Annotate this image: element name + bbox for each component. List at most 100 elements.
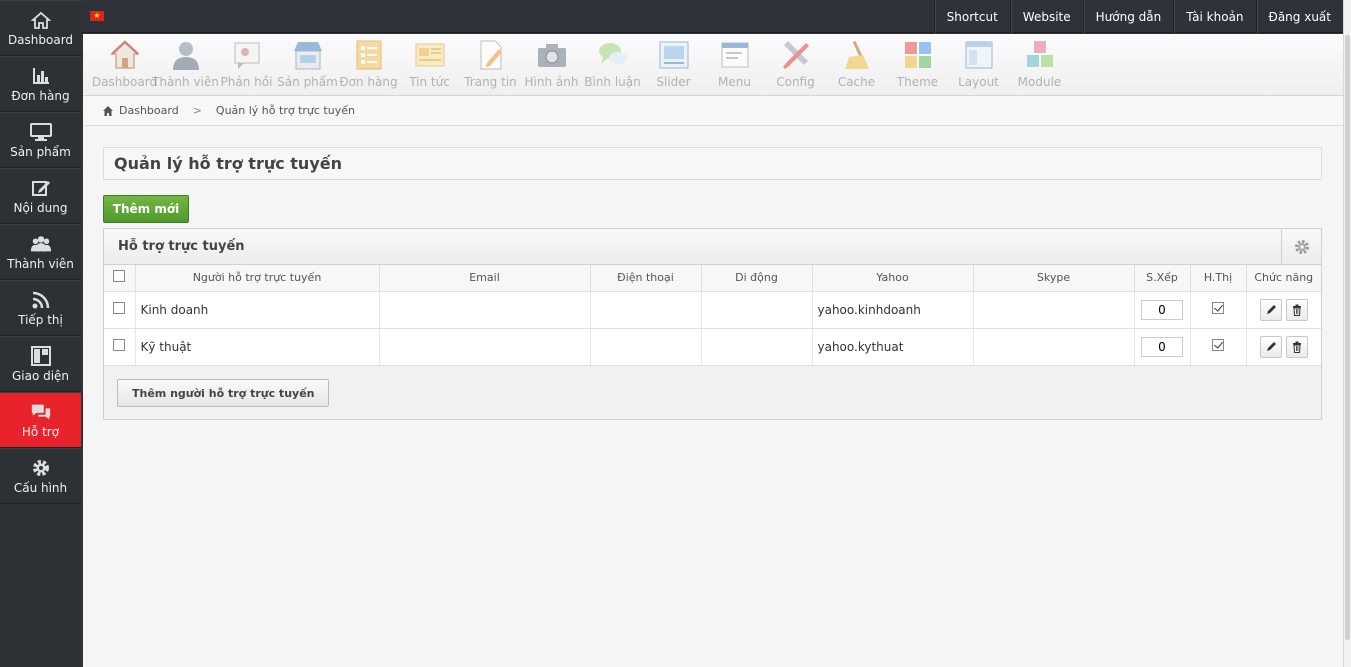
cell-actions [1246, 328, 1321, 366]
sidebar-item-support[interactable]: Hỗ trợ [0, 392, 81, 448]
toolbar-menu[interactable]: Menu [704, 34, 765, 96]
sidebar-item-members[interactable]: Thành viên [0, 224, 81, 280]
select-all-checkbox[interactable] [113, 270, 126, 283]
sidebar-item-products[interactable]: Sản phẩm [0, 112, 81, 168]
toolbar-products[interactable]: Sản phẩm [277, 34, 338, 96]
sidebar-item-orders[interactable]: Đơn hàng [0, 56, 81, 112]
gear-icon [30, 458, 52, 478]
edit-button[interactable] [1259, 298, 1282, 321]
add-new-button[interactable]: Thêm mới [103, 195, 189, 223]
edit-button[interactable] [1259, 335, 1282, 358]
row-select-cell [104, 328, 136, 366]
col-support-person: Người hỗ trợ trực tuyến [135, 265, 380, 292]
guide-link[interactable]: Hướng dẫn [1082, 0, 1174, 33]
sidebar-item-dashboard[interactable]: Dashboard [0, 0, 81, 56]
toolbar-pages[interactable]: Trang tin [460, 34, 521, 96]
cell-name: Kỹ thuật [135, 328, 380, 366]
col-visible: H.Thị [1190, 265, 1247, 292]
toolbar-members[interactable]: Thành viên [152, 34, 219, 96]
cell-name: Kinh doanh [135, 291, 380, 329]
cubes-icon [1026, 41, 1053, 67]
top-nav: Shortcut Website Hướng dẫn Tài khoản Đăn… [933, 0, 1343, 33]
toolbar-orders[interactable]: Đơn hàng [338, 34, 399, 96]
visible-checkbox[interactable] [1212, 302, 1224, 314]
delete-button[interactable] [1285, 298, 1308, 321]
panel-header: Hỗ trợ trực tuyến [104, 229, 1321, 265]
camera-icon [537, 44, 566, 67]
visible-checkbox[interactable] [1212, 339, 1224, 351]
toolbar-dashboard[interactable]: Dashboard [92, 34, 157, 96]
table-header-row: Người hỗ trợ trực tuyến Email Điện thoại… [104, 265, 1321, 292]
account-link[interactable]: Tài khoản [1173, 0, 1255, 33]
feedback-icon [234, 42, 259, 69]
cell-phone [590, 291, 702, 329]
toolbar-cache[interactable]: Cache [826, 34, 887, 96]
chat-icon [30, 402, 52, 422]
sidebar-item-content[interactable]: Nội dung [0, 168, 81, 224]
toolbar-theme[interactable]: Theme [887, 34, 948, 96]
website-link[interactable]: Website [1009, 0, 1083, 33]
support-table: Người hỗ trợ trực tuyến Email Điện thoại… [104, 265, 1321, 366]
breadcrumb: Dashboard > Quản lý hỗ trợ trực tuyến [83, 96, 1343, 126]
logout-link[interactable]: Đăng xuất [1255, 0, 1343, 33]
breadcrumb-home-link[interactable]: Dashboard [119, 104, 179, 117]
order-input[interactable] [1141, 299, 1183, 320]
store-icon [293, 42, 322, 70]
theme-icon [904, 42, 931, 68]
menu-icon [721, 42, 748, 68]
users-icon [30, 234, 52, 254]
sidebar-item-settings[interactable]: Cấu hình [0, 448, 81, 504]
sidebar-item-label: Hỗ trợ [21, 424, 60, 439]
sidebar-item-label: Thành viên [7, 256, 74, 271]
cell-visible [1190, 328, 1247, 366]
cell-visible [1190, 291, 1247, 329]
toolbar-images[interactable]: Hình ảnh [521, 34, 582, 96]
page-title: Quản lý hỗ trợ trực tuyến [103, 147, 1322, 180]
col-actions: Chức năng [1246, 265, 1321, 292]
toolbar-module[interactable]: Module [1009, 34, 1070, 96]
delete-button[interactable] [1285, 335, 1308, 358]
cell-order [1134, 328, 1191, 366]
col-order: S.Xếp [1134, 265, 1191, 292]
col-skype: Skype [973, 265, 1135, 292]
col-email: Email [379, 265, 591, 292]
breadcrumb-current: Quản lý hỗ trợ trực tuyến [215, 104, 355, 117]
trash-icon [1292, 341, 1301, 353]
gear-icon [1294, 240, 1309, 254]
toolbar-config[interactable]: Config [765, 34, 826, 96]
rss-icon [30, 290, 52, 310]
house-icon [109, 40, 140, 69]
row-checkbox[interactable] [113, 339, 126, 351]
toolbar-layout[interactable]: Layout [948, 34, 1009, 96]
toolbar-feedback[interactable]: Phản hồi [216, 34, 277, 96]
vietnam-flag-icon[interactable]: ★ [90, 11, 104, 21]
cell-mobile [701, 328, 813, 366]
page-scrollbar[interactable] [1343, 0, 1351, 667]
cell-email [379, 328, 591, 366]
add-support-person-button[interactable]: Thêm người hỗ trợ trực tuyến [117, 379, 330, 407]
shortcut-link[interactable]: Shortcut [933, 0, 1010, 33]
main-content: Dashboard Thành viên Phản hồi Sản phẩm Đ… [83, 34, 1343, 667]
sidebar-item-label: Dashboard [7, 32, 74, 47]
sidebar-item-label: Cấu hình [13, 480, 68, 495]
scrollbar-thumb[interactable] [1345, 35, 1350, 640]
toolbar-comments[interactable]: Bình luận [582, 34, 643, 96]
quick-toolbar: Dashboard Thành viên Phản hồi Sản phẩm Đ… [83, 34, 1343, 96]
cell-actions [1246, 291, 1321, 329]
table-row: Kỹ thuật yahoo.kythuat [104, 328, 1321, 366]
support-panel: Hỗ trợ trực tuyến Người hỗ trợ trực tuyế… [103, 228, 1322, 420]
order-input[interactable] [1141, 336, 1183, 357]
sidebar-item-marketing[interactable]: Tiếp thị [0, 280, 81, 336]
panel-settings-button[interactable] [1281, 229, 1321, 265]
sidebar: Dashboard Đơn hàng Sản phẩm Nội dung Thà… [0, 0, 81, 667]
trash-icon [1292, 304, 1301, 316]
row-checkbox[interactable] [113, 302, 126, 314]
user-icon [172, 42, 199, 70]
cell-mobile [701, 291, 813, 329]
row-select-cell [104, 291, 136, 329]
sidebar-item-interface[interactable]: Giao diện [0, 336, 81, 392]
toolbar-slider[interactable]: Slider [643, 34, 704, 96]
toolbar-news[interactable]: Tin tức [399, 34, 460, 96]
pencil-icon [1266, 341, 1276, 351]
cell-yahoo: yahoo.kythuat [812, 328, 974, 366]
